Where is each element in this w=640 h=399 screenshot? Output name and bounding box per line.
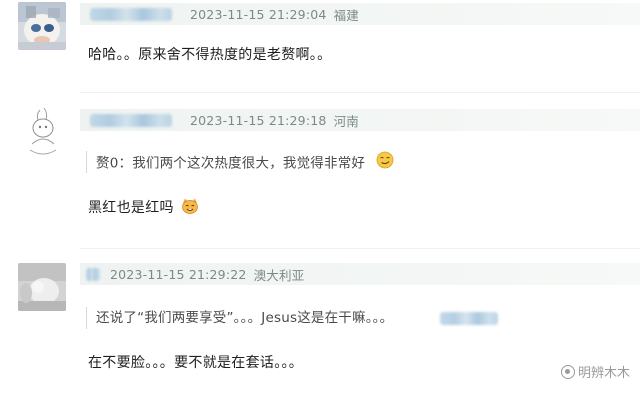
comment-text: 在不要脸。。。要不就是在套话。。。 <box>88 355 304 371</box>
comment-timestamp: 2023-11-15 21:29:22 <box>110 266 247 282</box>
comment-text-content: 黑红也是红吗 <box>88 200 174 216</box>
avatar-sketch-image <box>20 104 66 160</box>
comment-meta-bar: 2023-11-15 21:29:04 福建 <box>80 3 640 25</box>
quoted-reply-text: 还说了“我们两要享受”。。。Jesus这是在干嘛。。。 <box>96 310 394 326</box>
comment-location: 福建 <box>333 7 359 23</box>
username-blurred[interactable] <box>90 7 172 21</box>
quoted-reply: 赘0：我们两个这次热度很大，我觉得非常好 <box>86 151 394 173</box>
comment-divider <box>80 248 640 249</box>
comment-timestamp: 2023-11-15 21:29:18 <box>190 112 327 128</box>
comment-divider <box>80 92 640 93</box>
comment-location: 澳大利亚 <box>253 267 305 283</box>
comment-meta-bar: 2023-11-15 21:29:22 澳大利亚 <box>80 263 640 285</box>
comment-thread: 2023-11-15 21:29:04 福建 哈哈。。原来舍不得热度的是老赘啊。… <box>0 0 640 399</box>
watermark-text: 明辨木木 <box>577 366 630 381</box>
mentioned-user-blurred[interactable] <box>440 312 498 325</box>
comment-text: 黑红也是红吗 <box>88 197 199 219</box>
comment-meta-bar: 2023-11-15 21:29:18 河南 <box>80 109 640 131</box>
quoted-reply-text: 赘0：我们两个这次热度很大，我觉得非常好 <box>96 155 366 172</box>
username-blurred[interactable] <box>86 267 100 281</box>
quoted-reply: 还说了“我们两要享受”。。。Jesus这是在干嘛。。。 <box>86 307 393 329</box>
username-blurred[interactable] <box>90 113 172 127</box>
avatar[interactable] <box>18 2 66 50</box>
comment-timestamp: 2023-11-15 21:29:04 <box>190 6 327 22</box>
comment-location: 河南 <box>333 113 359 129</box>
avatar[interactable] <box>18 263 66 311</box>
comment-text: 哈哈。。原来舍不得热度的是老赘啊。。 <box>88 47 332 63</box>
smirk-face-emoji-icon <box>376 151 394 176</box>
avatar-photo-image <box>18 263 66 311</box>
watermark-logo-icon <box>560 364 575 379</box>
avatar[interactable] <box>20 104 66 160</box>
watermark: 明辨木木 <box>560 362 630 381</box>
avatar-cartoon-image <box>18 2 66 50</box>
cat-face-emoji-icon <box>181 197 199 219</box>
